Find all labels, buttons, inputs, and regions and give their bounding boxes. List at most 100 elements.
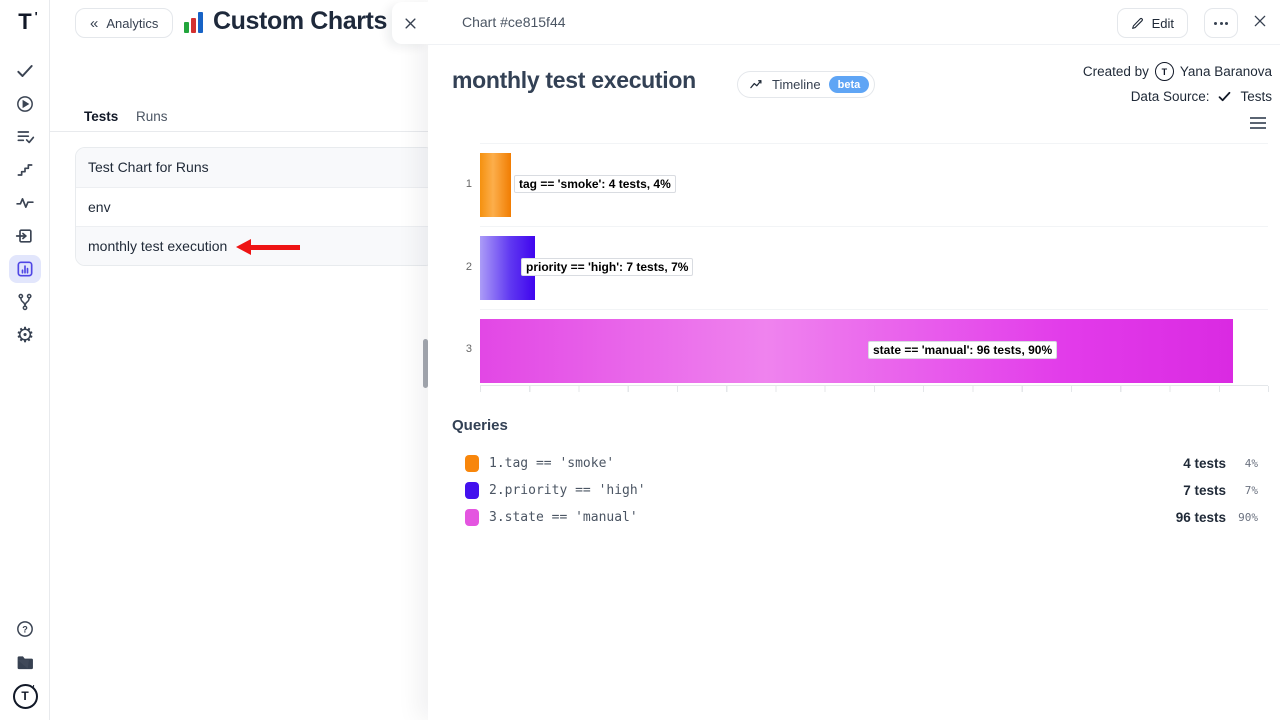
query-color-swatch	[465, 509, 479, 526]
queries-title: Queries	[452, 417, 508, 434]
query-color-swatch	[465, 482, 479, 499]
query-percent: 7%	[1226, 484, 1258, 497]
data-source-value: Tests	[1240, 89, 1272, 104]
app-logo[interactable]: T'	[0, 9, 50, 35]
sidebar-item-analytics-active[interactable]	[9, 255, 41, 283]
icon-rail: T' ⚙ ? T'	[0, 0, 50, 720]
y-axis-category: 3	[454, 343, 472, 355]
stairs-icon	[15, 160, 35, 180]
page-title: Custom Charts	[213, 7, 387, 36]
chart-list: Test Chart for Runs env monthly test exe…	[75, 147, 435, 266]
close-icon	[403, 16, 418, 31]
list-item-env[interactable]: env	[76, 187, 434, 226]
list-item-monthly-test-execution[interactable]: monthly test execution	[76, 226, 434, 265]
folder-icon	[15, 652, 36, 673]
query-percent: 90%	[1226, 511, 1258, 524]
data-source-label: Data Source:	[1131, 89, 1210, 104]
edit-button-label: Edit	[1152, 16, 1174, 31]
query-tests-count: 7 tests	[1183, 483, 1226, 498]
y-axis-category: 1	[454, 178, 472, 190]
pencil-icon	[1131, 17, 1144, 30]
chart-menu-icon[interactable]	[1250, 117, 1266, 132]
import-icon	[15, 226, 35, 246]
chart-row: state == 'manual': 96 tests, 90%	[480, 309, 1268, 386]
branch-icon	[15, 292, 35, 312]
more-options-button[interactable]	[1204, 8, 1238, 38]
bar-chart: tag == 'smoke': 4 tests, 4% priority == …	[480, 143, 1268, 386]
tab-runs[interactable]: Runs	[136, 109, 168, 124]
timeline-label: Timeline	[772, 77, 821, 92]
creator-avatar: T	[1155, 62, 1174, 81]
sidebar-item-projects[interactable]	[0, 649, 50, 675]
panel-header-title: Chart #ce815f44	[462, 14, 566, 30]
custom-charts-page: « Analytics Custom Charts Tests Runs Tes…	[50, 0, 428, 720]
list-check-icon	[15, 127, 35, 147]
created-by-row: Created by T Yana Baranova	[1083, 62, 1272, 81]
bar-chart-icon	[15, 259, 35, 279]
pulse-icon	[15, 193, 35, 213]
help-icon: ?	[15, 619, 35, 639]
query-row: 1. tag == 'smoke' 4 tests 4%	[452, 450, 1258, 477]
query-row: 3. state == 'manual' 96 tests 90%	[452, 504, 1258, 531]
sidebar-item-tests[interactable]	[0, 58, 50, 84]
logo-icon: T'	[18, 11, 31, 33]
panel-header: Chart #ce815f44 Edit	[428, 0, 1280, 45]
close-icon	[1252, 13, 1268, 29]
check-icon	[1217, 89, 1232, 104]
panel-close-tab[interactable]	[392, 2, 428, 44]
creator-name: Yana Baranova	[1180, 64, 1272, 79]
gear-icon: ⚙	[16, 325, 35, 346]
query-row: 2. priority == 'high' 7 tests 7%	[452, 477, 1258, 504]
queries-list: 1. tag == 'smoke' 4 tests 4% 2. priority…	[452, 450, 1258, 531]
query-tests-count: 96 tests	[1176, 510, 1226, 525]
query-text: tag == 'smoke'	[505, 456, 615, 471]
trend-line-icon	[749, 78, 764, 91]
bar-data-label: priority == 'high': 7 tests, 7%	[521, 258, 693, 276]
query-text: state == 'manual'	[505, 510, 638, 525]
sidebar-item-test-plans[interactable]	[0, 124, 50, 150]
query-text: priority == 'high'	[505, 483, 646, 498]
chart-row: tag == 'smoke': 4 tests, 4%	[480, 143, 1268, 226]
y-axis-category: 2	[454, 261, 472, 273]
x-axis-ticks	[480, 386, 1269, 392]
tabs-divider	[50, 131, 428, 132]
bar-tag-smoke[interactable]	[480, 153, 511, 217]
sidebar-item-activity[interactable]	[0, 190, 50, 216]
created-by-label: Created by	[1083, 64, 1149, 79]
chart-title: monthly test execution	[452, 67, 696, 94]
tab-tests[interactable]: Tests	[84, 109, 118, 124]
back-button-label: Analytics	[106, 16, 158, 31]
sidebar-item-branches[interactable]	[0, 289, 50, 315]
query-number: 2.	[489, 483, 505, 498]
sidebar-item-steps[interactable]	[0, 157, 50, 183]
custom-charts-icon	[184, 11, 208, 33]
check-icon	[15, 61, 35, 81]
back-to-analytics-button[interactable]: « Analytics	[75, 8, 173, 38]
chart-detail-panel: Chart #ce815f44 Edit monthly test execut…	[428, 0, 1280, 720]
edit-button[interactable]: Edit	[1117, 8, 1188, 38]
beta-badge: beta	[829, 76, 870, 93]
data-source-row: Data Source: Tests	[1131, 89, 1272, 104]
sidebar-item-runs[interactable]	[0, 91, 50, 117]
bar-state-manual[interactable]	[480, 319, 1233, 383]
query-percent: 4%	[1226, 457, 1258, 470]
query-number: 1.	[489, 456, 505, 471]
svg-text:?: ?	[22, 624, 28, 634]
query-number: 3.	[489, 510, 505, 525]
sidebar-item-settings[interactable]: ⚙	[0, 322, 50, 348]
list-item-test-chart-for-runs[interactable]: Test Chart for Runs	[76, 148, 434, 187]
sidebar-item-profile[interactable]: T'	[0, 682, 50, 710]
query-color-swatch	[465, 455, 479, 472]
chart-row: priority == 'high': 7 tests, 7%	[480, 226, 1268, 309]
sidebar-item-help[interactable]: ?	[0, 616, 50, 642]
timeline-button[interactable]: Timeline beta	[737, 71, 875, 98]
bar-data-label: tag == 'smoke': 4 tests, 4%	[514, 175, 676, 193]
panel-close-button[interactable]	[1252, 13, 1268, 29]
chevron-double-left-icon: «	[90, 15, 98, 32]
bar-data-label: state == 'manual': 96 tests, 90%	[868, 341, 1057, 359]
sidebar-item-import[interactable]	[0, 223, 50, 249]
more-options-icon	[1214, 22, 1217, 25]
profile-avatar-icon: T'	[13, 684, 38, 709]
play-circle-icon	[15, 94, 35, 114]
query-tests-count: 4 tests	[1183, 456, 1226, 471]
